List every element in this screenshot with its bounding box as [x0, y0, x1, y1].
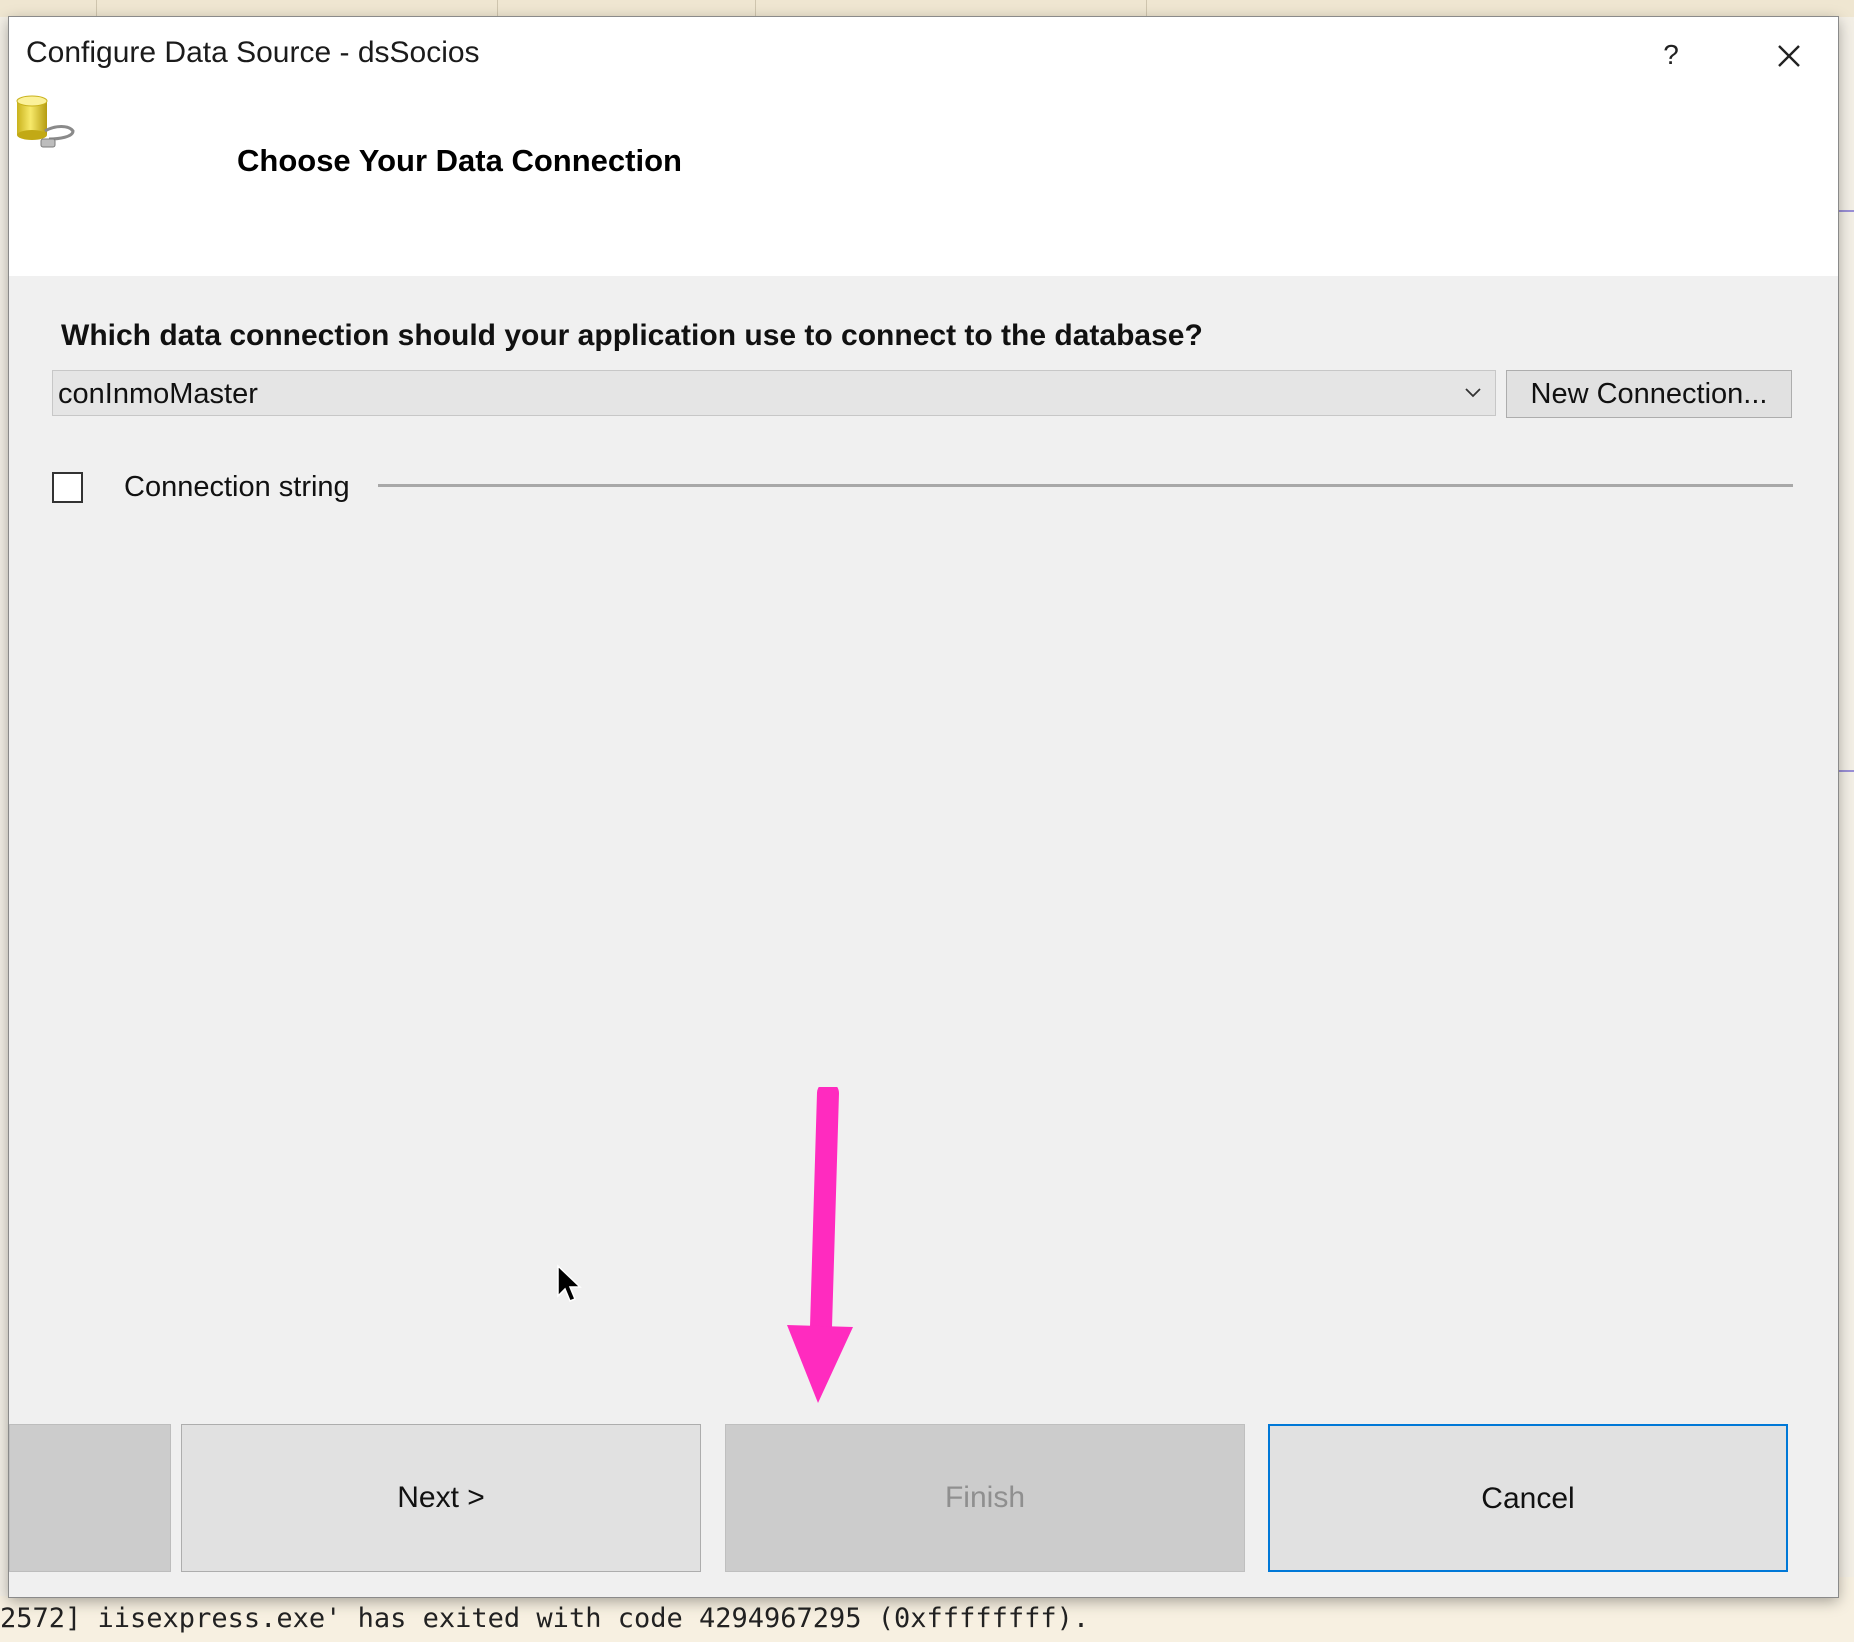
database-connection-icon [16, 95, 75, 148]
tab-separator [1146, 0, 1147, 17]
connection-select-value: conInmoMaster [58, 378, 258, 410]
background-divider [1838, 210, 1854, 212]
background-divider [1838, 770, 1854, 772]
finish-button: Finish [725, 1424, 1245, 1572]
wizard-header: Choose Your Data Connection [9, 89, 1838, 276]
connection-string-label[interactable]: Connection string [124, 471, 350, 504]
connection-select[interactable]: conInmoMaster [52, 370, 1496, 416]
new-connection-button[interactable]: New Connection... [1506, 370, 1792, 418]
cancel-button[interactable]: Cancel [1268, 1424, 1788, 1572]
close-icon [1778, 45, 1800, 67]
help-button[interactable]: ? [1649, 35, 1693, 75]
output-window-line: 2572] iisexpress.exe' has exited with co… [0, 1596, 1854, 1642]
dialog-title: Configure Data Source - dsSocios [26, 36, 480, 69]
connection-question: Which data connection should your applic… [61, 319, 1203, 352]
annotation-arrow-icon [787, 1087, 853, 1403]
tab-separator [497, 0, 498, 17]
background-tab-strip [0, 0, 1854, 18]
mouse-cursor-icon [557, 1264, 582, 1302]
page-title: Choose Your Data Connection [237, 143, 682, 178]
tab-separator [755, 0, 756, 17]
connection-string-divider [378, 484, 1793, 487]
next-button[interactable]: Next > [181, 1424, 701, 1572]
configure-data-source-dialog: Configure Data Source - dsSocios ? Choos… [9, 17, 1838, 1597]
connection-string-checkbox[interactable] [52, 472, 83, 503]
close-button[interactable] [1759, 33, 1819, 77]
tab-separator [96, 0, 97, 17]
background-right-panel [1838, 17, 1854, 1577]
chevron-down-icon [1465, 388, 1481, 398]
title-bar: Configure Data Source - dsSocios ? [9, 17, 1838, 89]
previous-button [9, 1424, 171, 1572]
